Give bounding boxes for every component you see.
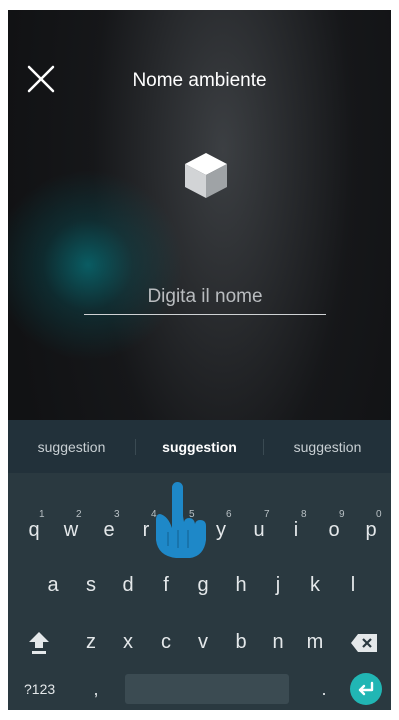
keyboard: suggestion suggestion suggestion q1 w2 e…: [8, 420, 391, 710]
key-row-4: ?123 , .: [8, 671, 391, 710]
key-g[interactable]: g: [186, 563, 220, 607]
room-name-input[interactable]: [84, 280, 326, 315]
key-d[interactable]: d: [111, 563, 145, 607]
key-a[interactable]: a: [36, 563, 70, 607]
key-b[interactable]: b: [224, 620, 258, 664]
suggestion-right[interactable]: suggestion: [264, 439, 391, 455]
key-u[interactable]: u7: [242, 508, 276, 552]
key-k[interactable]: k: [298, 563, 332, 607]
cube-icon: [185, 153, 227, 198]
key-w[interactable]: w2: [54, 508, 88, 552]
key-p[interactable]: p0: [354, 508, 388, 552]
key-m[interactable]: m: [298, 620, 332, 664]
shift-icon[interactable]: [28, 631, 50, 655]
key-row-3: z x c v b n m: [8, 620, 391, 668]
key-s[interactable]: s: [74, 563, 108, 607]
enter-icon: [358, 681, 374, 696]
key-j[interactable]: j: [261, 563, 295, 607]
backspace-icon[interactable]: [350, 633, 378, 653]
suggestion-left[interactable]: suggestion: [8, 439, 135, 455]
symbols-key[interactable]: ?123: [24, 669, 64, 709]
space-bar[interactable]: [125, 674, 289, 704]
key-i[interactable]: i8: [279, 508, 313, 552]
enter-button[interactable]: [350, 673, 382, 705]
key-f[interactable]: f: [149, 563, 183, 607]
key-z[interactable]: z: [74, 620, 108, 664]
key-row-2: a s d f g h j k l: [8, 563, 391, 611]
key-l[interactable]: l: [336, 563, 370, 607]
key-q[interactable]: q1: [17, 508, 51, 552]
key-period[interactable]: .: [318, 669, 330, 709]
screen: Nome ambiente suggestion suggestion sugg…: [8, 10, 391, 710]
key-v[interactable]: v: [186, 620, 220, 664]
key-x[interactable]: x: [111, 620, 145, 664]
suggestion-bar: suggestion suggestion suggestion: [8, 420, 391, 473]
key-c[interactable]: c: [149, 620, 183, 664]
key-comma[interactable]: ,: [86, 669, 106, 709]
key-e[interactable]: e3: [92, 508, 126, 552]
key-o[interactable]: o9: [317, 508, 351, 552]
tap-gesture-hand-icon: [156, 482, 206, 558]
page-title: Nome ambiente: [132, 70, 267, 91]
key-h[interactable]: h: [224, 563, 258, 607]
suggestion-center[interactable]: suggestion: [135, 438, 264, 455]
key-n[interactable]: n: [261, 620, 295, 664]
